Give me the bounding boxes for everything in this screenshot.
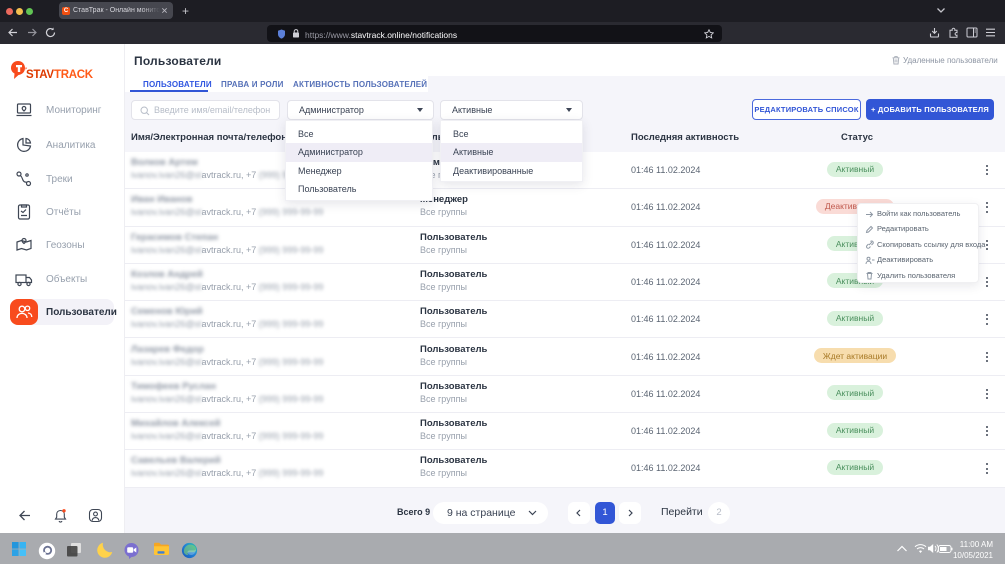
svg-text:TRACK: TRACK bbox=[54, 69, 94, 81]
svg-text:STAV: STAV bbox=[26, 69, 54, 81]
